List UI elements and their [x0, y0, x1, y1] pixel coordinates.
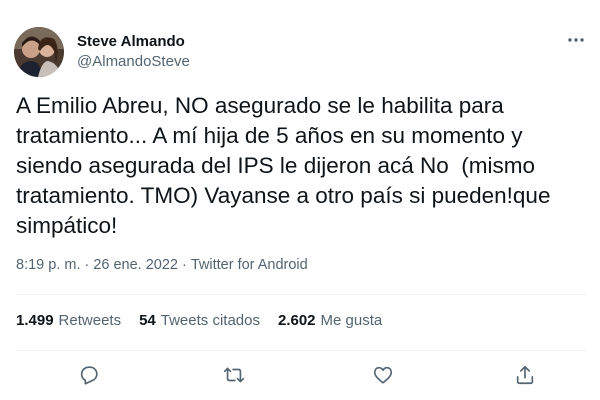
stat-count: 1.499 [16, 312, 54, 329]
tweet-time[interactable]: 8:19 p. m. [16, 257, 80, 273]
tweet-stats: 1.499 Retweets 54 Tweets citados 2.602 M… [16, 312, 382, 329]
more-horizontal-icon [568, 38, 584, 42]
stat-quote-tweets[interactable]: 54 Tweets citados [139, 312, 260, 329]
share-icon [516, 365, 534, 385]
tweet-text: A Emilio Abreu, NO asegurado se le habil… [16, 93, 557, 238]
reply-icon [80, 366, 98, 385]
meta-separator: · [182, 257, 187, 273]
divider [16, 350, 586, 351]
retweet-button[interactable] [221, 362, 247, 388]
author-display-name[interactable]: Steve Almando [77, 33, 185, 50]
divider [16, 294, 586, 295]
tweet-date[interactable]: 26 ene. 2022 [93, 257, 178, 273]
action-bar [0, 358, 600, 394]
tweet-meta: 8:19 p. m. · 26 ene. 2022 · Twitter for … [16, 257, 308, 273]
tweet-card: Steve Almando @AlmandoSteve A Emilio Abr… [0, 0, 600, 400]
stat-label: Tweets citados [160, 312, 260, 329]
stat-retweets[interactable]: 1.499 Retweets [16, 312, 121, 329]
avatar-photo [14, 27, 64, 77]
avatar[interactable] [14, 27, 64, 77]
share-button[interactable] [512, 362, 538, 388]
more-options-button[interactable] [562, 30, 590, 50]
heart-icon [373, 366, 393, 384]
stat-count: 54 [139, 312, 156, 329]
like-button[interactable] [370, 362, 396, 388]
stat-label: Retweets [58, 312, 122, 329]
retweet-icon [223, 367, 245, 383]
tweet-source[interactable]: Twitter for Android [191, 257, 308, 273]
author-handle[interactable]: @AlmandoSteve [77, 53, 190, 70]
stat-likes[interactable]: 2.602 Me gusta [278, 312, 382, 329]
stat-label: Me gusta [320, 312, 383, 329]
meta-separator: · [84, 257, 90, 273]
reply-button[interactable] [76, 362, 102, 388]
stat-count: 2.602 [277, 312, 316, 329]
